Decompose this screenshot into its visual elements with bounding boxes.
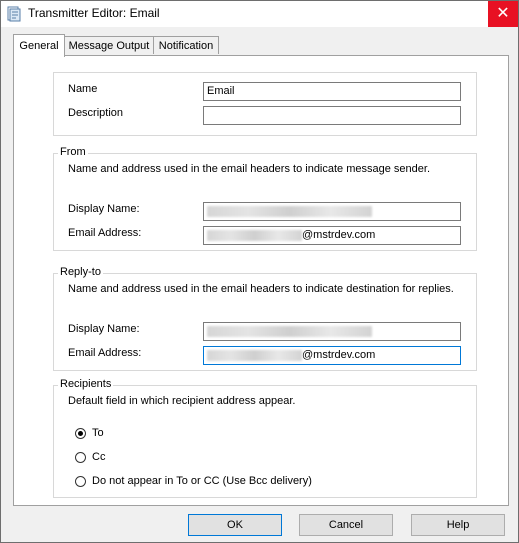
close-icon: ✕ — [496, 5, 510, 22]
recipients-description: Default field in which recipient address… — [68, 395, 296, 407]
from-display-name-label: Display Name: — [68, 203, 140, 215]
reply-to-display-name-input[interactable] — [203, 322, 461, 341]
name-input[interactable]: Email — [203, 82, 461, 101]
description-label: Description — [68, 107, 124, 119]
radio-icon[interactable] — [75, 451, 86, 463]
recipient-option-bcc-label: Do not appear in To or CC (Use Bcc deliv… — [92, 475, 312, 487]
name-label: Name — [68, 83, 98, 95]
ok-button[interactable]: OK — [188, 514, 282, 536]
radio-selected-icon[interactable] — [75, 427, 86, 439]
tab-notification-label: Notification — [158, 39, 214, 52]
redacted-text — [207, 349, 302, 361]
reply-to-group-label: Reply-to — [58, 266, 103, 278]
tab-message-output[interactable]: Message Output — [64, 36, 154, 54]
recipients-group-label: Recipients — [58, 378, 114, 390]
recipient-option-bcc[interactable]: Do not appear in To or CC (Use Bcc deliv… — [75, 475, 312, 487]
redacted-text — [207, 205, 372, 217]
reply-to-display-name-label: Display Name: — [68, 323, 140, 335]
tab-general-label: General — [19, 40, 59, 52]
radio-icon[interactable] — [75, 475, 86, 487]
reply-to-email-address-input[interactable]: @mstrdev.com — [203, 346, 461, 365]
tab-notification[interactable]: Notification — [153, 36, 219, 54]
recipient-option-cc-label: Cc — [92, 451, 106, 463]
from-description: Name and address used in the email heade… — [68, 163, 430, 175]
description-input[interactable] — [203, 106, 461, 125]
redacted-text — [207, 229, 302, 241]
title-bar: Transmitter Editor: Email ✕ — [1, 1, 518, 27]
reply-to-email-address-label: Email Address: — [68, 347, 142, 359]
recipient-option-to[interactable]: To — [75, 427, 104, 439]
from-email-address-input[interactable]: @mstrdev.com — [203, 226, 461, 245]
dialog-window: Transmitter Editor: Email ✕ General Mess… — [0, 0, 519, 543]
tab-general[interactable]: General — [13, 34, 65, 57]
recipient-option-cc[interactable]: Cc — [75, 451, 105, 463]
from-group-label: From — [58, 146, 88, 158]
help-button[interactable]: Help — [411, 514, 505, 536]
cancel-button[interactable]: Cancel — [299, 514, 393, 536]
tab-message-output-label: Message Output — [68, 39, 150, 52]
close-button[interactable]: ✕ — [488, 1, 518, 27]
from-display-name-input[interactable] — [203, 202, 461, 221]
reply-to-description: Name and address used in the email heade… — [68, 283, 454, 295]
redacted-text — [207, 325, 372, 337]
general-tab-panel: Name Email Description From Name and add… — [13, 55, 509, 506]
app-icon — [7, 6, 21, 22]
recipient-option-to-label: To — [92, 427, 104, 439]
window-title: Transmitter Editor: Email — [28, 6, 160, 20]
from-email-address-label: Email Address: — [68, 227, 142, 239]
